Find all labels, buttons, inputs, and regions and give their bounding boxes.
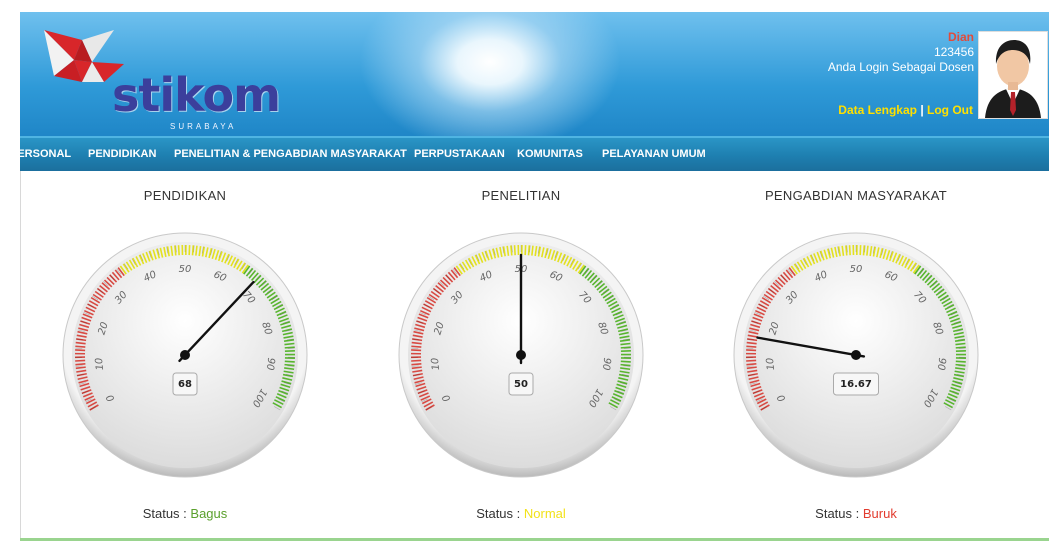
- gauge-band-tick: [746, 346, 756, 347]
- logo-text: stikom: [112, 68, 280, 122]
- status-prefix: Status :: [143, 506, 191, 521]
- nav-perpustakaan[interactable]: PERPUSTAKAAN: [414, 148, 505, 160]
- status-prefix: Status :: [815, 506, 863, 521]
- user-id: 123456: [828, 45, 974, 60]
- gauge-band-tick: [412, 343, 422, 344]
- gauge-dial: 010203040506070809010050: [396, 230, 646, 480]
- gauge-band-tick: [75, 360, 85, 361]
- gauge-band-tick: [621, 347, 631, 348]
- gauge-band-tick: [956, 365, 966, 366]
- gauge-band-tick: [956, 347, 966, 348]
- avatar: [978, 31, 1048, 119]
- gauge-pendidikan: PENDIDIKAN 010203040506070809010068 Stat…: [35, 172, 335, 532]
- status-value: Bagus: [190, 506, 227, 521]
- gauge-value-label: 50: [514, 379, 528, 390]
- gauge-band-tick: [411, 360, 421, 361]
- gauge-title: PENGABDIAN MASYARAKAT: [706, 188, 1006, 203]
- gauge-status: Status : Bagus: [35, 506, 335, 521]
- gauge-tick-label: 90: [264, 357, 276, 371]
- gauge-band-tick: [515, 245, 516, 255]
- nav-komunitas[interactable]: KOMUNITAS: [517, 148, 583, 160]
- gauge-band-tick: [179, 245, 180, 255]
- gauge-tick-label: 10: [430, 357, 442, 371]
- nav-penelitian-pengabdian[interactable]: PENELITIAN & PENGABDIAN MASYARAKAT: [174, 148, 407, 160]
- gauge-hub: [516, 350, 526, 360]
- gauge-band-tick: [867, 246, 868, 256]
- status-value: Buruk: [863, 506, 897, 521]
- status-prefix: Status :: [476, 506, 524, 521]
- gauge-band-tick: [532, 246, 533, 256]
- gauge-title: PENDIDIKAN: [35, 188, 335, 203]
- main-nav: PERSONAL PENDIDIKAN PENELITIAN & PENGABD…: [20, 136, 1049, 171]
- gauge-band-tick: [284, 344, 294, 345]
- gauge-band-tick: [529, 245, 530, 255]
- gauge-band-tick: [955, 344, 965, 345]
- gauge-band-tick: [411, 346, 421, 347]
- gauge-band-tick: [956, 361, 966, 362]
- gauge-band-tick: [864, 245, 865, 255]
- nav-personal[interactable]: PERSONAL: [10, 148, 71, 160]
- gauge-dial: 010203040506070809010068: [60, 230, 310, 480]
- gauge-band-tick: [75, 364, 85, 365]
- gauge-band-tick: [76, 343, 86, 344]
- gauge-hub: [851, 350, 861, 360]
- header-banner: stikom SURABAYA Dian 123456 Anda Login S…: [20, 12, 1049, 136]
- stikom-logo[interactable]: stikom SURABAYA: [34, 20, 254, 130]
- gauge-hub: [180, 350, 190, 360]
- gauge-dial: 010203040506070809010016.67: [731, 230, 981, 480]
- gauge-band-tick: [746, 360, 756, 361]
- gauge-tick-label: 10: [94, 357, 106, 371]
- user-name: Dian: [828, 30, 974, 45]
- gauge-band-tick: [746, 364, 756, 365]
- gauge-band-tick: [411, 364, 421, 365]
- gauge-band-tick: [75, 346, 85, 347]
- page: stikom SURABAYA Dian 123456 Anda Login S…: [20, 12, 1049, 532]
- gauge-band-tick: [193, 245, 194, 255]
- left-border: [20, 171, 21, 541]
- user-links: Data Lengkap | Log Out: [838, 103, 973, 117]
- gauge-status: Status : Buruk: [706, 506, 1006, 521]
- gauge-band-tick: [620, 344, 630, 345]
- gauge-status: Status : Normal: [371, 506, 671, 521]
- gauge-band-tick: [621, 361, 631, 362]
- gauge-pengabdian: PENGABDIAN MASYARAKAT 010203040506070809…: [706, 172, 1006, 532]
- user-info: Dian 123456 Anda Login Sebagai Dosen: [828, 30, 974, 75]
- status-value: Normal: [524, 506, 566, 521]
- gauge-tick-label: 90: [935, 357, 947, 371]
- gauge-tick-label: 50: [179, 264, 192, 275]
- gauge-tick-label: 50: [850, 264, 863, 275]
- gauge-value-label: 16.67: [840, 379, 872, 390]
- gauge-penelitian: PENELITIAN 010203040506070809010050 Stat…: [371, 172, 671, 532]
- gauge-band-tick: [285, 361, 295, 362]
- gauge-title: PENELITIAN: [371, 188, 671, 203]
- gauge-band-tick: [621, 365, 631, 366]
- gauge-band-tick: [196, 246, 197, 256]
- gauge-band-tick: [285, 347, 295, 348]
- gauge-band-tick: [747, 343, 757, 344]
- user-role: Anda Login Sebagai Dosen: [828, 60, 974, 75]
- gauge-value-label: 68: [178, 379, 192, 390]
- gauge-band-tick: [850, 245, 851, 255]
- gauge-band-tick: [285, 365, 295, 366]
- gauge-tick-label: 90: [600, 357, 612, 371]
- data-lengkap-link[interactable]: Data Lengkap: [838, 103, 917, 117]
- logo-subtitle: SURABAYA: [170, 122, 236, 131]
- link-separator: |: [920, 103, 923, 117]
- gauge-tick-label: 10: [765, 357, 777, 371]
- nav-pelayanan-umum[interactable]: PELAYANAN UMUM: [602, 148, 706, 160]
- nav-pendidikan[interactable]: PENDIDIKAN: [88, 148, 156, 160]
- logout-link[interactable]: Log Out: [927, 103, 973, 117]
- user-avatar-icon: [979, 32, 1047, 118]
